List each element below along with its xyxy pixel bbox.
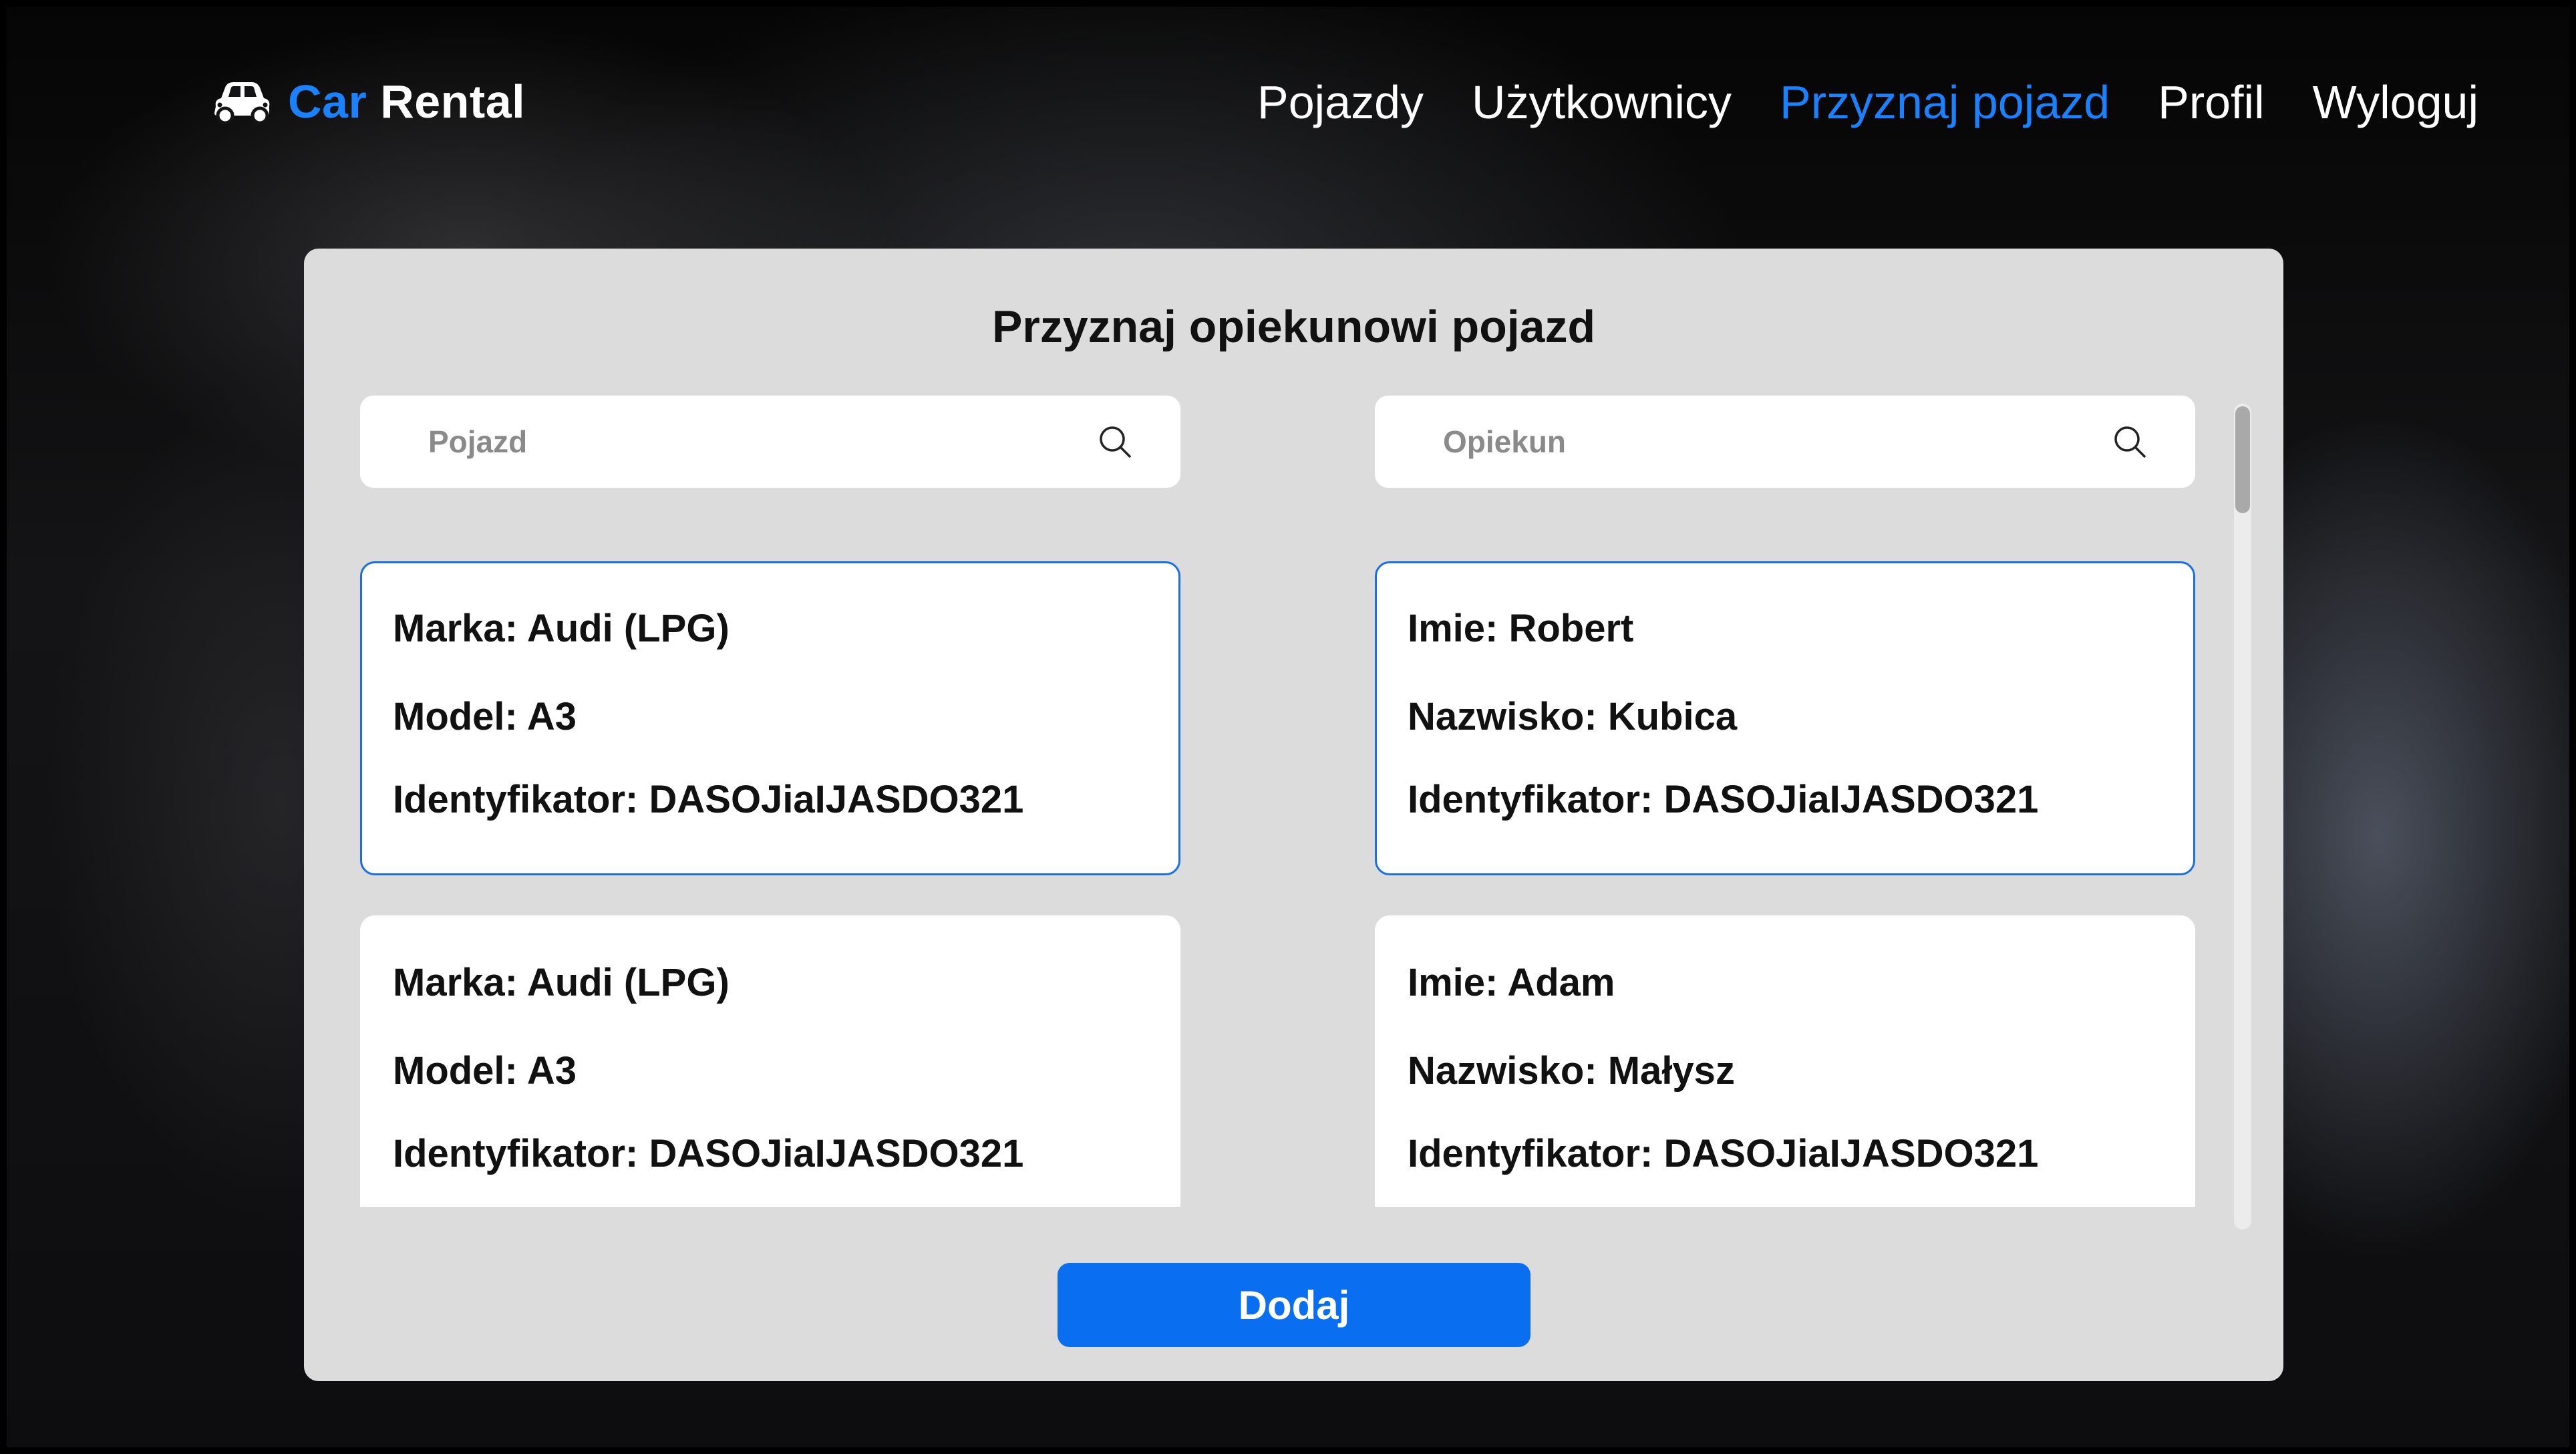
caretaker-id: Identyfikator: DASOJiaIJASDO321 (1408, 1132, 2039, 1175)
caretaker-list: Imie: Robert Nazwisko: Kubica Identyfika… (1375, 561, 2195, 1207)
caretaker-search-input[interactable] (1443, 424, 2044, 460)
vehicle-model: Model: A3 (393, 695, 577, 738)
nav-item-logout[interactable]: Wyloguj (2313, 76, 2478, 129)
vehicle-id: Identyfikator: DASOJiaIJASDO321 (393, 1132, 1024, 1175)
search-icon[interactable] (1098, 424, 1132, 459)
vehicle-brand: Marka: Audi (LPG) (393, 961, 730, 1004)
brand-name-car: Car (288, 76, 367, 128)
caretaker-card[interactable]: Imie: Robert Nazwisko: Kubica Identyfika… (1375, 561, 2195, 875)
vehicle-search-box (360, 396, 1180, 488)
scrollbar-thumb[interactable] (2235, 406, 2250, 513)
caretaker-search-box (1375, 396, 2195, 488)
add-button[interactable]: Dodaj (1058, 1263, 1531, 1347)
caretaker-last-name: Nazwisko: Kubica (1408, 695, 1738, 738)
main-nav: Pojazdy Użytkownicy Przyznaj pojazd Prof… (1257, 72, 2478, 132)
nav-item-users[interactable]: Użytkownicy (1472, 76, 1732, 129)
search-icon[interactable] (2112, 424, 2147, 459)
caretaker-first-name: Imie: Adam (1408, 961, 1615, 1004)
vehicle-model: Model: A3 (393, 1049, 577, 1093)
caretaker-id: Identyfikator: DASOJiaIJASDO321 (1408, 778, 2039, 821)
vehicle-id: Identyfikator: DASOJiaIJASDO321 (393, 778, 1024, 821)
app-screen: Car Rental Pojazdy Użytkownicy Przyznaj … (0, 0, 2576, 1454)
brand-name: Car Rental (288, 75, 525, 128)
car-icon (214, 82, 270, 124)
vehicle-search-input[interactable] (428, 424, 1029, 460)
vehicle-card[interactable]: Marka: Audi (LPG) Model: A3 Identyfikato… (360, 561, 1180, 875)
assign-panel: Przyznaj opiekunowi pojazd Marka: Audi (… (304, 249, 2283, 1381)
nav-item-profile[interactable]: Profil (2158, 76, 2264, 129)
vehicle-brand: Marka: Audi (LPG) (393, 607, 730, 650)
page-title: Przyznaj opiekunowi pojazd (992, 301, 1595, 352)
caretaker-first-name: Imie: Robert (1408, 607, 1634, 650)
brand-name-rental: Rental (380, 76, 526, 128)
caretaker-last-name: Nazwisko: Małysz (1408, 1049, 1735, 1093)
caretaker-card[interactable]: Imie: Adam Nazwisko: Małysz Identyfikato… (1375, 915, 2195, 1207)
scrollbar-track[interactable] (2234, 404, 2251, 1229)
vehicle-list: Marka: Audi (LPG) Model: A3 Identyfikato… (360, 561, 1180, 1207)
vehicle-card[interactable]: Marka: Audi (LPG) Model: A3 Identyfikato… (360, 915, 1180, 1207)
nav-item-vehicles[interactable]: Pojazdy (1257, 76, 1424, 129)
brand-logo[interactable]: Car Rental (210, 75, 525, 128)
nav-item-assign-vehicle[interactable]: Przyznaj pojazd (1780, 76, 2110, 129)
